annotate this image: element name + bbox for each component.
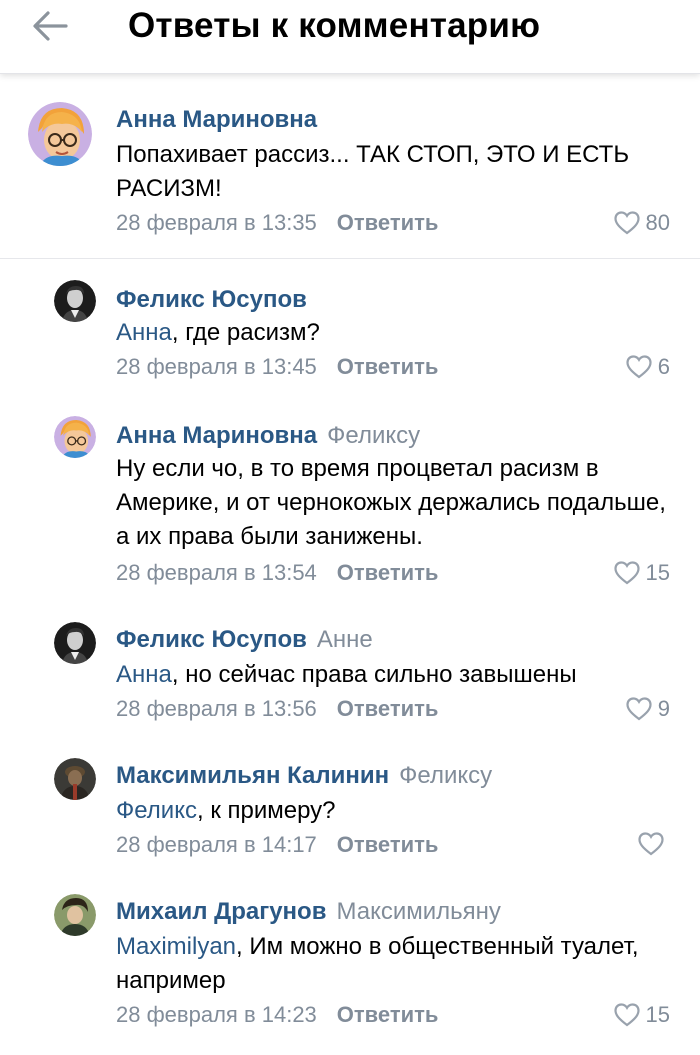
comment: Феликс Юсупов Анна, где расизм? 28 февра… bbox=[0, 278, 700, 398]
reply-button[interactable]: Ответить bbox=[337, 832, 439, 857]
comment-body: , к примеру? bbox=[196, 797, 336, 824]
avatar[interactable] bbox=[54, 758, 96, 800]
heart-icon bbox=[613, 561, 640, 585]
like-button[interactable]: 15 bbox=[613, 1002, 670, 1028]
like-count: 6 bbox=[657, 354, 670, 379]
reply-button[interactable]: Ответить bbox=[337, 354, 439, 379]
reply-button[interactable]: Ответить bbox=[337, 696, 439, 721]
reply-button[interactable]: Ответить bbox=[337, 210, 439, 235]
reply-button[interactable]: Ответить bbox=[337, 1002, 439, 1027]
comment-body: , где расизм? bbox=[171, 319, 320, 346]
timestamp: 28 февраля в 13:54 bbox=[116, 560, 317, 585]
reply-to-link[interactable]: Феликсу bbox=[327, 422, 420, 449]
comment: Михаил Драгунов Максимильяну Maximilyan, … bbox=[0, 892, 700, 1042]
comment-header: Максимильян Калинин Феликсу bbox=[116, 762, 492, 790]
comment: Максимильян Калинин Феликсу Феликс, к при… bbox=[0, 756, 700, 876]
heart-icon bbox=[626, 697, 652, 721]
comment: Феликс Юсупов Анне Анна, но сейчас права … bbox=[0, 620, 700, 740]
heart-icon bbox=[613, 1003, 640, 1027]
comment-header: Анна Мариновна bbox=[116, 106, 317, 134]
comment-meta: 28 февраля в 13:35 Ответить bbox=[116, 210, 438, 236]
top-bar: Ответы к комментарию bbox=[0, 0, 700, 74]
avatar[interactable] bbox=[54, 416, 96, 458]
author-name[interactable]: Михаил Драгунов bbox=[116, 898, 326, 925]
avatar[interactable] bbox=[54, 894, 96, 936]
reply-to-link[interactable]: Максимильяну bbox=[336, 898, 500, 925]
comment-text: Maximilyan, Им можно в общественный туал… bbox=[116, 930, 676, 998]
divider bbox=[0, 258, 700, 259]
reply-to-link[interactable]: Анне bbox=[317, 626, 373, 653]
comment-header: Михаил Драгунов Максимильяну bbox=[116, 898, 501, 926]
heart-icon bbox=[613, 211, 640, 235]
mention-link[interactable]: Maximilyan bbox=[116, 933, 236, 960]
back-arrow-icon[interactable] bbox=[30, 8, 70, 44]
comment-header: Феликс Юсупов bbox=[116, 286, 307, 314]
timestamp: 28 февраля в 13:56 bbox=[116, 696, 317, 721]
comment-header: Феликс Юсупов Анне bbox=[116, 626, 373, 654]
timestamp: 28 февраля в 14:17 bbox=[116, 832, 317, 857]
page-title: Ответы к комментарию bbox=[128, 6, 541, 45]
like-button[interactable]: 80 bbox=[613, 210, 670, 236]
comment-body: Попахивает рассиз... ТАК СТОП, ЭТО И ЕСТ… bbox=[116, 141, 630, 202]
timestamp: 28 февраля в 13:35 bbox=[116, 210, 317, 235]
like-count: 15 bbox=[645, 1002, 670, 1027]
comment-text: Попахивает рассиз... ТАК СТОП, ЭТО И ЕСТ… bbox=[116, 138, 676, 206]
author-name[interactable]: Феликс Юсупов bbox=[116, 626, 307, 653]
like-count: 9 bbox=[657, 696, 670, 721]
author-name[interactable]: Анна Мариновна bbox=[116, 106, 317, 133]
like-button[interactable]: 6 bbox=[626, 354, 670, 380]
heart-icon bbox=[626, 355, 652, 379]
comment-meta: 28 февраля в 13:54 Ответить bbox=[116, 560, 438, 586]
comment-text: Феликс, к примеру? bbox=[116, 794, 676, 828]
comment-body: Ну если чо, в то время процветал расизм … bbox=[116, 455, 666, 550]
avatar[interactable] bbox=[54, 280, 96, 322]
reply-button[interactable]: Ответить bbox=[337, 560, 439, 585]
comment-meta: 28 февраля в 13:45 Ответить bbox=[116, 354, 438, 380]
comment-text: Анна, где расизм? bbox=[116, 316, 676, 350]
reply-to-link[interactable]: Феликсу bbox=[399, 762, 492, 789]
avatar[interactable] bbox=[54, 622, 96, 664]
mention-link[interactable]: Анна bbox=[116, 319, 172, 346]
heart-icon bbox=[638, 832, 664, 856]
comment-meta: 28 февраля в 14:17 Ответить bbox=[116, 832, 438, 858]
like-button[interactable]: 15 bbox=[613, 560, 670, 586]
like-count: 15 bbox=[645, 560, 670, 585]
comment-meta: 28 февраля в 13:56 Ответить bbox=[116, 696, 438, 722]
comment-text: Анна, но сейчас права сильно завышены bbox=[116, 658, 676, 692]
comment: Анна Мариновна Феликсу Ну если чо, в то в… bbox=[0, 414, 700, 604]
comment-meta: 28 февраля в 14:23 Ответить bbox=[116, 1002, 438, 1028]
comment-header: Анна Мариновна Феликсу bbox=[116, 422, 420, 450]
mention-link[interactable]: Феликс bbox=[116, 797, 197, 824]
author-name[interactable]: Феликс Юсупов bbox=[116, 286, 307, 313]
timestamp: 28 февраля в 13:45 bbox=[116, 354, 317, 379]
mention-link[interactable]: Анна bbox=[116, 661, 172, 688]
like-button[interactable] bbox=[638, 832, 670, 856]
comment-body: , но сейчас права сильно завышены bbox=[171, 661, 577, 688]
author-name[interactable]: Анна Мариновна bbox=[116, 422, 317, 449]
avatar[interactable] bbox=[28, 102, 92, 166]
like-button[interactable]: 9 bbox=[626, 696, 670, 722]
comment: Анна Мариновна Попахивает рассиз... ТАК … bbox=[0, 98, 700, 258]
comment-text: Ну если чо, в то время процветал расизм … bbox=[116, 452, 676, 554]
like-count: 80 bbox=[645, 210, 670, 235]
author-name[interactable]: Максимильян Калинин bbox=[116, 762, 389, 789]
timestamp: 28 февраля в 14:23 bbox=[116, 1002, 317, 1027]
